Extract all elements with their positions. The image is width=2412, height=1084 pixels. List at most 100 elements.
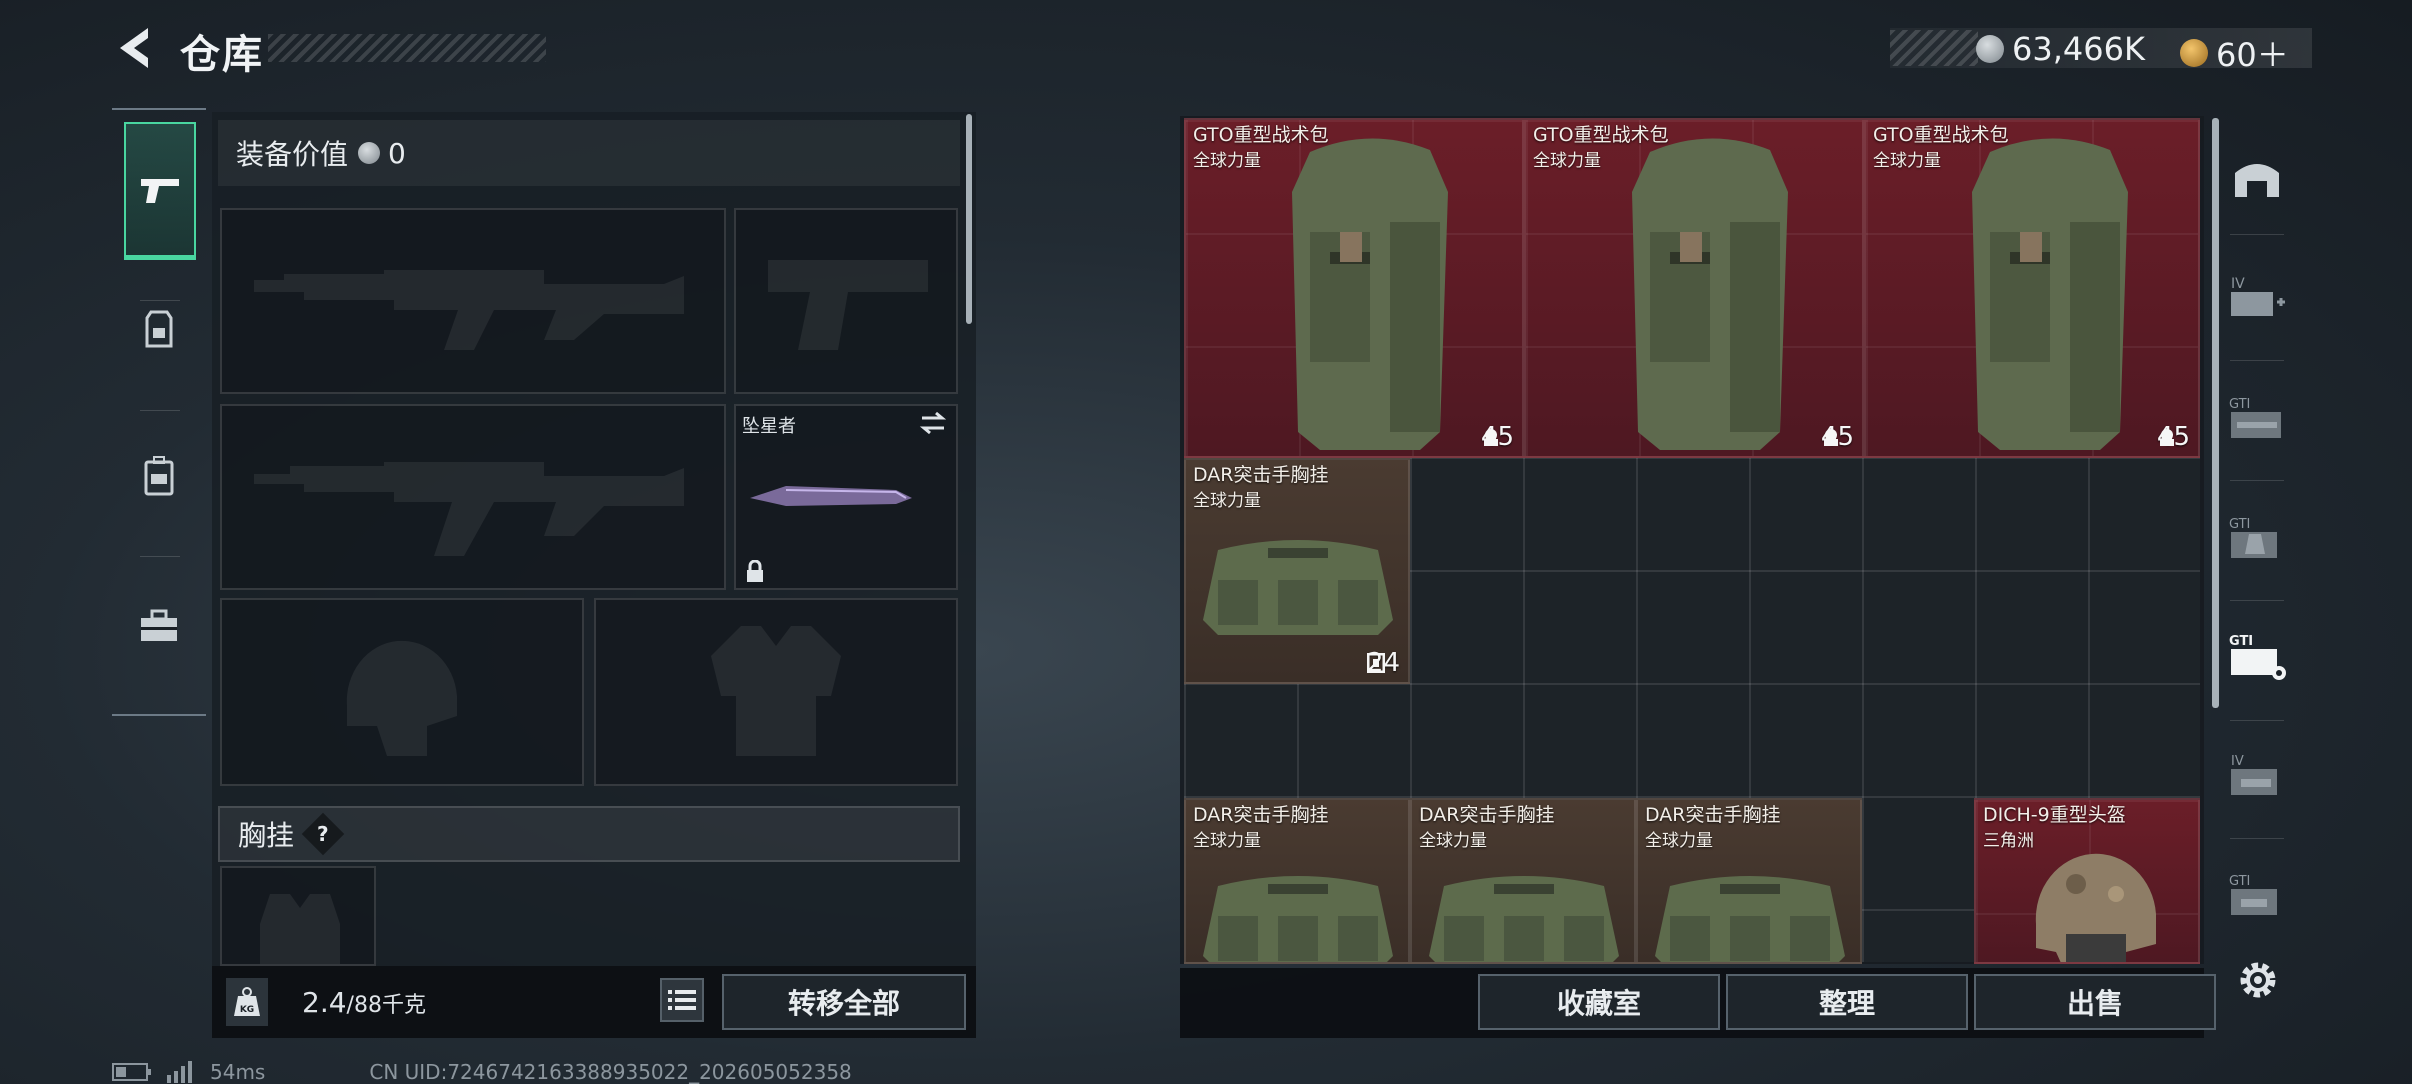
base-icon <box>2235 164 2279 197</box>
rifle-silhouette-icon <box>254 462 684 556</box>
storage-armor-icon: GTI <box>2229 517 2277 558</box>
item-count: 45 <box>2156 422 2190 452</box>
tab-base[interactable] <box>2224 146 2290 208</box>
tab-storage-gti-1[interactable]: GTI <box>2224 388 2290 450</box>
sidebar-item-backpack[interactable] <box>112 406 206 546</box>
item-count: 45 <box>1480 422 1514 452</box>
equipment-value-row: 装备价值 0 <box>218 120 960 186</box>
item-brand: 全球力量 <box>1533 151 1601 171</box>
grid-item[interactable]: GTO重型战术包 全球力量 45 <box>1184 118 1524 458</box>
page-title: 仓库 <box>180 32 264 78</box>
capacity-icon <box>1823 429 1838 446</box>
chest-rig-slot[interactable] <box>220 866 376 966</box>
toolbox-icon <box>141 609 177 641</box>
currency-main[interactable]: 63,466K <box>1976 30 2145 68</box>
capacity-icon <box>1483 429 1498 446</box>
currency-main-value: 63,466K <box>2012 30 2145 68</box>
backpack-icon <box>1632 138 1788 451</box>
grid-item[interactable]: DAR突击手胸挂 全球力量 <box>1410 798 1636 964</box>
settings-button[interactable] <box>2232 954 2284 1006</box>
grid-item[interactable]: GTO重型战术包 全球力量 45 <box>1864 118 2200 458</box>
item-name: DAR突击手胸挂 <box>1193 804 1329 826</box>
item-name: GTO重型战术包 <box>1533 124 1669 146</box>
chest-rig-section-header: 胸挂 ? <box>218 806 960 862</box>
title-stripe-decoration <box>268 34 546 62</box>
storage-misc-icon: GTI <box>2229 874 2277 915</box>
capacity-icon <box>1366 653 1385 673</box>
currency-secondary[interactable]: 60＋ <box>2180 30 2289 76</box>
svg-text:GTI: GTI <box>2229 397 2250 412</box>
weight-icon: KG <box>226 978 268 1026</box>
weight-readout: 2.4/88千克 <box>302 986 426 1019</box>
tab-storage-gti-2[interactable]: GTI <box>2224 508 2290 570</box>
left-scrollbar[interactable] <box>966 114 972 324</box>
backpack-icon <box>1292 138 1448 451</box>
silver-coin-icon <box>1976 35 2004 63</box>
primary-weapon-slot[interactable] <box>220 208 726 394</box>
list-view-button[interactable] <box>660 978 704 1022</box>
item-brand: 全球力量 <box>1419 831 1487 851</box>
sell-button[interactable]: 出售 <box>1974 974 2216 1030</box>
help-icon[interactable]: ? <box>301 812 345 856</box>
svg-text:IV: IV <box>2231 276 2245 292</box>
item-name: DICH-9重型头盔 <box>1983 804 2126 826</box>
armor-slot[interactable] <box>594 598 958 786</box>
storage-gun-icon: GTI <box>2229 397 2281 438</box>
gold-coin-icon <box>2180 39 2208 67</box>
item-count: 24 <box>1366 648 1400 678</box>
backpack-icon <box>1972 138 2128 451</box>
helmet-slot[interactable] <box>220 598 584 786</box>
vest-silhouette-icon <box>711 626 841 756</box>
pistol-silhouette-icon <box>768 260 928 350</box>
chest-rig-icon <box>1203 540 1393 635</box>
grid-item[interactable]: DAR突击手胸挂 全球力量 <box>1636 798 1862 964</box>
currency-secondary-value: 60＋ <box>2216 36 2289 74</box>
back-arrow-icon <box>120 28 148 68</box>
grid-item[interactable]: DAR突击手胸挂 全球力量 <box>1184 798 1410 964</box>
tab-storage-iv-add[interactable]: IV <box>2224 266 2290 328</box>
sidebar-item-toolbox[interactable] <box>112 556 206 696</box>
item-name: DAR突击手胸挂 <box>1193 464 1329 486</box>
svg-text:IV: IV <box>2231 754 2244 769</box>
chest-rig-label: 胸挂 <box>238 819 295 852</box>
knife-icon <box>750 486 912 506</box>
battery-icon <box>112 1063 151 1081</box>
primary-weapon-slot-2[interactable] <box>220 404 726 590</box>
helmet-icon <box>2035 853 2156 962</box>
item-brand: 全球力量 <box>1873 151 1941 171</box>
melee-slot[interactable]: 坠星者 <box>734 404 958 590</box>
sidebar-item-armor[interactable] <box>112 260 206 400</box>
storage-add-icon: IV <box>2231 276 2285 316</box>
melee-name: 坠星者 <box>742 416 796 437</box>
lock-icon <box>747 560 763 582</box>
chest-rig-silhouette-icon <box>260 894 340 964</box>
currency-stripe-decoration <box>1890 30 1978 66</box>
grid-item[interactable]: DAR突击手胸挂 全球力量 24 <box>1184 458 1410 684</box>
grid-scrollbar[interactable] <box>2212 118 2219 708</box>
gear-icon <box>2240 962 2276 998</box>
grid-item[interactable]: GTO重型战术包 全球力量 45 <box>1524 118 1864 458</box>
backpack-icon <box>144 456 174 496</box>
collection-room-button[interactable]: 收藏室 <box>1478 974 1720 1030</box>
rifle-silhouette-icon <box>254 270 684 350</box>
equipment-value: 0 <box>388 136 406 170</box>
silver-coin-icon <box>358 142 381 164</box>
item-name: GTO重型战术包 <box>1193 124 1329 146</box>
tab-storage-iv-2[interactable]: IV <box>2224 746 2290 808</box>
chest-rig-icon <box>1203 876 1393 962</box>
organize-button[interactable]: 整理 <box>1726 974 1968 1030</box>
grid-item[interactable]: DICH-9重型头盔 三角洲 <box>1974 798 2200 964</box>
transfer-all-button[interactable]: 转移全部 <box>722 974 966 1030</box>
tab-storage-gti-4[interactable]: GTI <box>2224 866 2290 928</box>
secondary-weapon-slot[interactable] <box>734 208 958 394</box>
tab-storage-gti-3-active[interactable]: GTI <box>2224 626 2290 688</box>
swap-icon[interactable] <box>918 410 948 436</box>
item-brand: 全球力量 <box>1193 491 1261 511</box>
helmet-silhouette-icon <box>346 640 457 756</box>
capacity-icon <box>2159 429 2174 446</box>
item-name: DAR突击手胸挂 <box>1419 804 1555 826</box>
sidebar-item-weapons[interactable] <box>124 122 196 260</box>
weight-max: /88千克 <box>346 993 426 1018</box>
back-button[interactable] <box>110 22 160 74</box>
svg-text:KG: KG <box>240 1005 254 1015</box>
